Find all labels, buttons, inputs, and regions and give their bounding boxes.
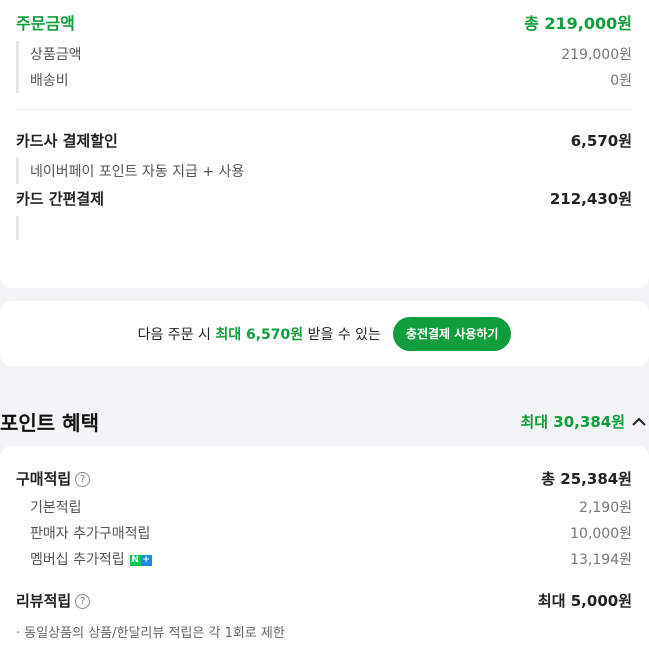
chevron-up-icon[interactable] bbox=[631, 413, 647, 426]
points-max: 최대 30,384원 bbox=[520, 413, 625, 431]
review-points-label: 리뷰적립 bbox=[16, 592, 72, 610]
list-item: 멤버십 추가적립 N + 13,194원 bbox=[30, 546, 632, 572]
item-label: 상품금액 bbox=[30, 47, 82, 63]
easy-pay-label: 카드 간편결제 bbox=[16, 190, 105, 208]
item-value: 219,000원 bbox=[561, 47, 632, 63]
card-discount-label: 카드사 결제할인 bbox=[16, 132, 118, 150]
list-item: 상품금액 219,000원 bbox=[30, 41, 632, 67]
order-total: 총 219,000원 bbox=[524, 14, 632, 33]
review-points-value: 최대 5,000원 bbox=[537, 592, 632, 610]
badge-n: N bbox=[129, 554, 141, 566]
purchase-points-total: 총 25,384원 bbox=[541, 470, 632, 488]
card-discount-row: 카드사 결제할인 6,570원 bbox=[16, 130, 632, 151]
item-label: 판매자 추가구매적립 bbox=[30, 526, 151, 542]
promo-text-suffix: 받을 수 있는 bbox=[303, 326, 381, 343]
card-discount-note-line: 네이버페이 포인트 자동 지급 + 사용 bbox=[30, 158, 632, 184]
item-value: 10,000원 bbox=[570, 526, 632, 542]
points-title: 포인트 혜택 bbox=[0, 411, 99, 435]
order-title: 주문금액 bbox=[16, 14, 75, 33]
purchase-points-row: 구매적립? 총 25,384원 bbox=[16, 468, 632, 489]
item-value: 2,190원 bbox=[579, 500, 632, 516]
purchase-points-breakdown: 기본적립 2,190원 판매자 추가구매적립 10,000원 멤버십 추가적립 N… bbox=[16, 494, 632, 572]
points-header[interactable]: 포인트 혜택 최대 30,384원 bbox=[0, 405, 649, 435]
easy-pay-value: 212,430원 bbox=[549, 190, 632, 208]
promo-text-prefix: 다음 주문 시 bbox=[137, 326, 216, 343]
naver-plus-badge-icon: N + bbox=[129, 554, 152, 566]
order-breakdown: 상품금액 219,000원 배송비 0원 bbox=[16, 41, 632, 93]
item-value: 0원 bbox=[610, 73, 632, 89]
card-discount-note: 네이버페이 포인트 자동 지급 + 사용 bbox=[30, 164, 245, 180]
help-icon[interactable]: ? bbox=[75, 472, 91, 487]
promo-text: 다음 주문 시 최대 6,570원 받을 수 있는 bbox=[138, 324, 381, 344]
badge-plus: + bbox=[140, 554, 152, 566]
card-discount-value: 6,570원 bbox=[570, 132, 632, 150]
list-item: 배송비 0원 bbox=[30, 67, 632, 93]
order-total-row: 주문금액 총 219,000원 bbox=[16, 10, 632, 34]
review-points-row: 리뷰적립? 최대 5,000원 bbox=[16, 590, 632, 611]
points-card: 구매적립? 총 25,384원 기본적립 2,190원 판매자 추가구매적립 1… bbox=[0, 446, 649, 650]
charge-pay-button[interactable]: 충전결제 사용하기 bbox=[392, 316, 512, 351]
list-item: 판매자 추가구매적립 10,000원 bbox=[30, 520, 632, 546]
item-value: 13,194원 bbox=[570, 552, 632, 568]
help-icon[interactable]: ? bbox=[75, 594, 91, 609]
easy-pay-row: 카드 간편결제 212,430원 bbox=[16, 188, 632, 209]
review-points-note: · 동일상품의 상품/한달리뷰 적립은 각 1회로 제한 bbox=[16, 626, 285, 641]
item-label: 멤버십 추가적립 bbox=[30, 552, 125, 568]
promo-highlight: 최대 6,570원 bbox=[215, 326, 304, 343]
order-summary-card: 주문금액 총 219,000원 상품금액 219,000원 배송비 0원 카드사… bbox=[0, 0, 649, 288]
easy-pay-detail bbox=[16, 216, 632, 240]
purchase-points-label: 구매적립 bbox=[16, 470, 72, 488]
promo-banner: 다음 주문 시 최대 6,570원 받을 수 있는 충전결제 사용하기 bbox=[0, 301, 649, 366]
card-discount-note-block: 네이버페이 포인트 자동 지급 + 사용 bbox=[16, 158, 632, 184]
item-label: 배송비 bbox=[30, 73, 69, 89]
list-item: 기본적립 2,190원 bbox=[30, 494, 632, 520]
divider bbox=[16, 109, 632, 110]
item-label: 기본적립 bbox=[30, 500, 82, 516]
